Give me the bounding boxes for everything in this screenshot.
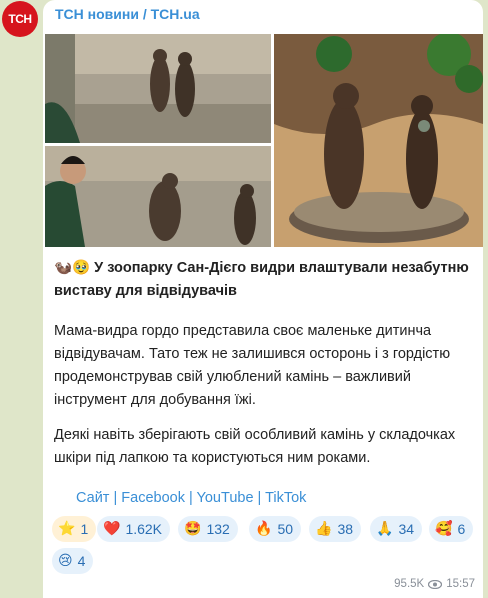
star-icon: ⭐ [58, 521, 76, 537]
post-photo-3[interactable] [274, 34, 483, 247]
reaction-star[interactable]: ⭐ 1 [52, 516, 97, 542]
heart-icon: ❤️ [103, 521, 121, 537]
thumbs-up-icon: 👍 [315, 521, 333, 537]
smiling-hearts-icon: 🥰 [435, 521, 453, 537]
headline-emoji: 🦦🥹 [54, 260, 91, 276]
paragraph-1-line: Мама-видра гордо представила своє малень… [54, 323, 432, 339]
reaction-count: 132 [206, 521, 230, 537]
headline-text: У зоопарку Сан-Дієго видри влаштували не… [54, 260, 469, 299]
reaction-heart[interactable]: ❤️ 1.62K [97, 516, 171, 542]
fire-icon: 🔥 [255, 521, 273, 537]
eye-icon [428, 579, 443, 589]
channel-avatar[interactable]: ТСН [2, 1, 38, 37]
reaction-thumbs-up[interactable]: 👍 38 [309, 516, 362, 542]
post-photo-1[interactable] [45, 34, 271, 143]
post-paragraph-2: Деякі навіть зберігають свій особливий к… [54, 424, 474, 470]
reaction-star-struck[interactable]: 🤩 132 [178, 516, 238, 542]
reaction-count: 6 [457, 521, 466, 537]
reaction-fire[interactable]: 🔥 50 [249, 516, 302, 542]
paragraph-2-line: шкіри під лапкою та користуються ним рок… [54, 450, 371, 466]
link-tiktok[interactable]: TikTok [265, 490, 306, 506]
link-separator: | [253, 490, 266, 506]
post-photo-2[interactable] [45, 146, 271, 247]
view-count: 95.5K [394, 578, 425, 590]
link-separator: | [109, 490, 122, 506]
post-links: Сайт | Facebook | YouTube | TikTok [76, 490, 306, 506]
link-facebook[interactable]: Facebook [121, 490, 185, 506]
star-struck-icon: 🤩 [184, 521, 202, 537]
post-headline: 🦦🥹 У зоопарку Сан-Дієго видри влаштували… [54, 257, 474, 303]
reaction-count: 38 [337, 521, 354, 537]
post-paragraph-1: Мама-видра гордо представила своє малень… [54, 320, 474, 412]
reaction-count: 1.62K [125, 521, 163, 537]
paragraph-1-line: продемонстрував свій улюблений камінь – … [54, 369, 411, 385]
link-youtube[interactable]: YouTube [197, 490, 254, 506]
reaction-smiling-hearts[interactable]: 🥰 6 [429, 516, 474, 542]
message-meta: 95.5K 15:57 [394, 578, 475, 590]
channel-title[interactable]: ТСН новини / ТСН.ua [55, 6, 200, 22]
reaction-count: 1 [80, 521, 89, 537]
reaction-count: 4 [77, 553, 86, 569]
paragraph-1-line: відвідувачам. Тато теж не залишився осто… [54, 346, 451, 362]
reaction-count: 50 [277, 521, 294, 537]
reaction-crying[interactable]: 😢 4 [52, 548, 94, 574]
message-bubble: ТСН новини / ТСН.ua 🦦🥹 У зоопарку Сан-Ді… [43, 0, 483, 598]
link-separator: | [184, 490, 197, 506]
link-site[interactable]: Сайт [76, 490, 109, 506]
reaction-count: 34 [398, 521, 415, 537]
paragraph-2-line: Деякі навіть зберігають свій особливий к… [54, 427, 456, 443]
paragraph-1-line: інструмент для добування їжі. [54, 392, 256, 408]
pray-icon: 🙏 [376, 521, 394, 537]
message-time: 15:57 [446, 578, 475, 590]
crying-icon: 😢 [58, 553, 73, 569]
reaction-pray[interactable]: 🙏 34 [370, 516, 423, 542]
